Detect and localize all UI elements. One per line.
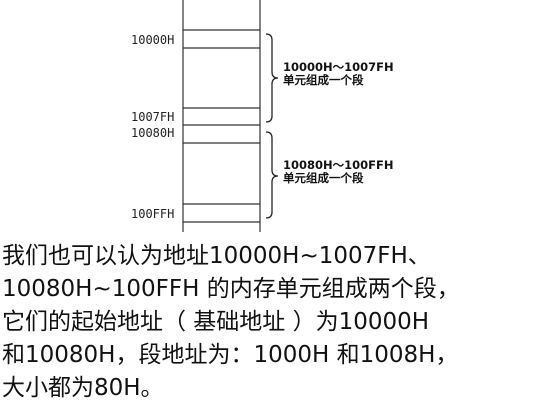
explanation-line-2: 10080H~100FFH 的内存单元组成两个段， <box>2 276 460 302</box>
segment2-desc: 单元组成一个段 <box>283 171 364 185</box>
segment1-note: 10000H～1007FH 单元组成一个段 <box>283 61 394 87</box>
address-label-10000: 10000H <box>131 33 175 47</box>
address-label-10080: 10080H <box>131 126 175 140</box>
segment1-desc: 单元组成一个段 <box>283 73 364 87</box>
explanation-paragraph: 我们也可以认为地址10000H~1007FH、 10080H~100FFH 的内… <box>2 240 557 405</box>
memory-diagram-graphic <box>182 0 279 232</box>
explanation-line-3: 它们的起始地址（ 基础地址 ）为10000H <box>2 309 430 335</box>
segment2-note: 10080H～100FFH 单元组成一个段 <box>283 159 393 185</box>
address-label-100FF: 100FFH <box>131 207 175 221</box>
memory-segment-diagram: 10000H 1007FH 10080H 100FFH 10000H～1007F… <box>0 0 559 235</box>
explanation-line-1: 我们也可以认为地址10000H~1007FH、 <box>2 243 431 269</box>
explanation-line-4: 和10080H，段地址为：1000H 和1008H， <box>2 342 459 368</box>
address-label-1007F: 1007FH <box>131 110 175 124</box>
explanation-line-5: 大小都为80H。 <box>2 375 164 401</box>
segment2-brace <box>265 131 279 219</box>
segment1-brace <box>265 33 279 123</box>
